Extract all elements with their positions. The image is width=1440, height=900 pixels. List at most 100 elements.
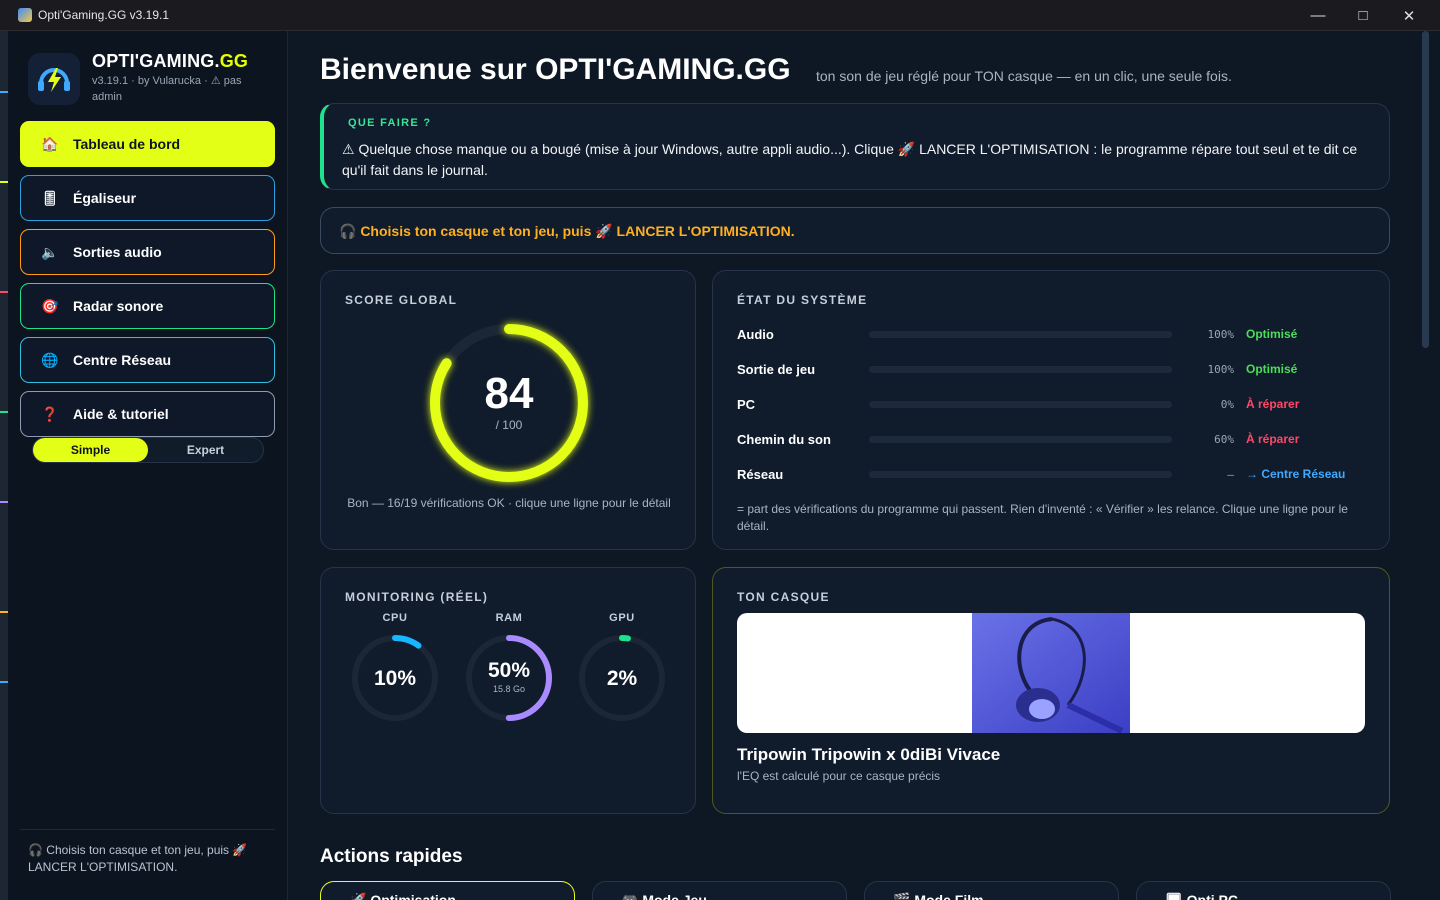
headset-card: TON CASQUE Tripowin Tripowin x 0diBi Viv… [712,567,1390,814]
quick-actions-title: Actions rapides [320,846,463,867]
window-title: Opti'Gaming.GG v3.19.1 [38,8,170,22]
network-center-link[interactable]: → Centre Réseau [1246,467,1345,481]
sidebar-item-label: Tableau de bord [73,136,181,152]
status-row-name: Sortie de jeu [737,361,816,377]
what-to-do-panel: QUE FAIRE ? ⚠ Quelque chose manque ou a … [320,103,1390,190]
status-row-name: PC [737,396,756,412]
system-state-label: ÉTAT DU SYSTÈME [737,293,868,307]
globe-icon: 🌐 [41,351,59,368]
score-value: 84 [485,369,534,418]
status-percent: 100% [1207,327,1235,341]
score-max: / 100 [496,418,523,432]
score-ring: 84 / 100 [430,324,588,482]
status-row-sound-path[interactable]: Chemin du son 60% À réparer [737,429,1357,449]
target-icon: 🎯 [41,297,59,314]
choose-headset-text: 🎧 Choisis ton casque et ton jeu, puis 🚀 … [339,223,795,239]
status-row-name: Réseau [737,466,784,482]
quick-action-optimisation[interactable]: 🚀 Optimisation [320,881,575,900]
equalizer-icon: 🎚 [41,189,59,206]
quick-action-opti-pc[interactable]: 🖥 Opti PC [1136,881,1391,900]
home-icon: 🏠 [41,135,59,152]
status-bar [869,435,1172,443]
status-bar [869,470,1172,478]
headset-name: Tripowin Tripowin x 0diBi Vivace [737,745,1001,764]
scrollbar-thumb[interactable] [1422,31,1429,348]
system-state-card: ÉTAT DU SYSTÈME Audio 100% Optimisé Sort… [712,270,1390,550]
quick-action-game-mode[interactable]: 🎮 Mode Jeu [592,881,847,900]
status-label: À réparer [1246,397,1300,411]
gauge-value: 2% [607,667,638,690]
window-titlebar: Opti'Gaming.GG v3.19.1 — □ ✕ [0,0,1440,31]
sidebar-item-help[interactable]: ❓ Aide & tutoriel [20,391,275,437]
gauge-label: GPU [609,612,635,624]
mode-simple-button[interactable]: Simple [33,438,148,462]
version-info: v3.19.1 · by Vularucka · ⚠ pas admin [92,75,242,103]
minimize-icon[interactable]: — [1295,0,1341,31]
status-percent: — [1227,467,1234,481]
question-icon: ❓ [41,405,59,422]
close-icon[interactable]: ✕ [1386,0,1432,31]
sidebar: OPTI'GAMING.GG v3.19.1 · by Vularucka · … [8,31,288,900]
mode-expert-button[interactable]: Expert [148,438,263,462]
monitoring-card: MONITORING (RÉEL) CPU 10% RAM 50% 15.8 G… [320,567,696,814]
status-label: Optimisé [1246,327,1298,341]
sidebar-item-dashboard[interactable]: 🏠 Tableau de bord [20,121,275,167]
app-logo [28,53,80,105]
page-subtitle: ton son de jeu réglé pour TON casque — e… [816,68,1232,84]
headset-image-frame [737,613,1365,733]
monitoring-label: MONITORING (RÉEL) [345,590,489,604]
app-brand: OPTI'GAMING.GG [92,51,248,72]
headset-description: l'EQ est calculé pour ce casque précis [737,769,941,783]
status-percent: 0% [1220,397,1234,411]
system-state-note: = part des vérifications du programme qu… [737,502,1348,533]
global-score-label: SCORE GLOBAL [345,293,458,307]
global-score-card[interactable]: SCORE GLOBAL 84 / 100 Bon — 16/19 vérifi… [320,270,696,550]
cpu-gauge: CPU 10% [349,612,441,729]
gauge-sub: 15.8 Go [493,684,525,694]
maximize-icon[interactable]: □ [1340,0,1386,31]
status-row-pc[interactable]: PC 0% À réparer [737,394,1357,414]
status-row-audio[interactable]: Audio 100% Optimisé [737,324,1357,344]
mode-toggle: Simple Expert [32,437,264,463]
status-row-name: Audio [737,326,774,342]
brand-main: OPTI'GAMING. [92,51,220,71]
sidebar-item-network-center[interactable]: 🌐 Centre Réseau [20,337,275,383]
page-title: Bienvenue sur OPTI'GAMING.GG [320,53,791,86]
sidebar-item-equalizer[interactable]: 🎚 Égaliseur [20,175,275,221]
what-to-do-text: ⚠ Quelque chose manque ou a bougé (mise … [342,141,1358,178]
status-row-name: Chemin du son [737,431,831,447]
quick-action-movie-mode[interactable]: 🎬 Mode Film [864,881,1119,900]
gauge-value: 10% [374,667,416,690]
ram-gauge: RAM 50% 15.8 Go [463,612,555,729]
sidebar-item-label: Égaliseur [73,190,137,206]
headset-bolt-icon [38,68,70,92]
app-icon [18,8,32,22]
sidebar-item-label: Centre Réseau [73,352,172,368]
gauge-label: RAM [495,612,523,624]
status-bar [869,330,1172,338]
gauge-label: CPU [382,612,408,624]
scrollbar[interactable] [1422,31,1440,900]
main-content: Bienvenue sur OPTI'GAMING.GG ton son de … [288,31,1422,900]
status-percent: 100% [1207,362,1235,376]
choose-headset-banner[interactable]: 🎧 Choisis ton casque et ton jeu, puis 🚀 … [320,207,1390,254]
brand-accent: GG [219,51,249,71]
speaker-icon: 🔈 [41,243,59,260]
sidebar-footer-hint: 🎧 Choisis ton casque et ton jeu, puis 🚀 … [20,829,275,876]
status-bar [869,365,1172,373]
sidebar-item-sound-radar[interactable]: 🎯 Radar sonore [20,283,275,329]
sidebar-item-audio-outputs[interactable]: 🔈 Sorties audio [20,229,275,275]
headset-label: TON CASQUE [737,590,830,604]
gauge-value: 50% [488,659,530,682]
gpu-gauge: GPU 2% [576,612,668,729]
sidebar-item-label: Aide & tutoriel [73,406,169,422]
status-label: À réparer [1246,432,1300,446]
background-window-edge [0,31,8,900]
what-to-do-label: QUE FAIRE ? [348,117,432,129]
status-row-game-output[interactable]: Sortie de jeu 100% Optimisé [737,359,1357,379]
status-label: Optimisé [1246,362,1298,376]
status-row-network[interactable]: Réseau — → Centre Réseau [737,464,1357,484]
status-bar [869,400,1172,408]
status-percent: 60% [1214,432,1234,446]
headset-photo [972,613,1130,733]
